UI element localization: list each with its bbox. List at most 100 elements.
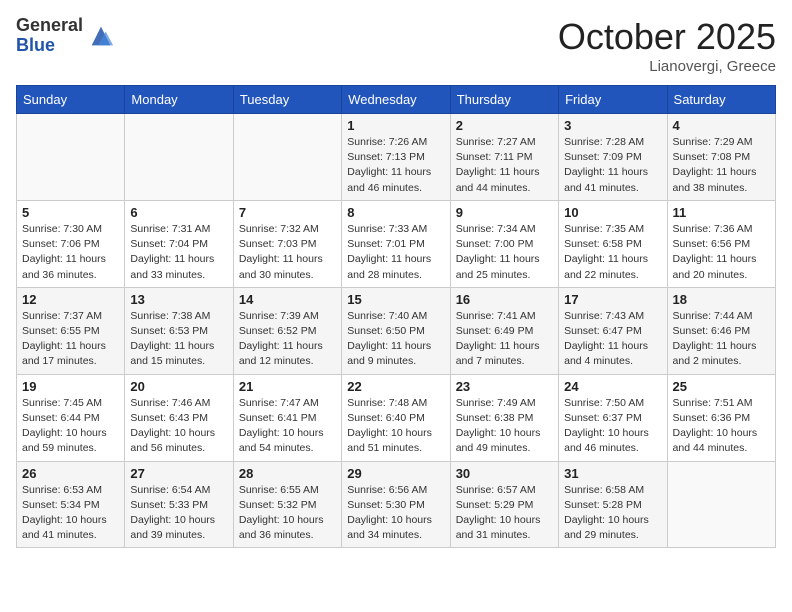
day-info: Sunrise: 7:34 AM Sunset: 7:00 PM Dayligh…: [456, 222, 553, 283]
logo-icon: [87, 22, 115, 50]
calendar-cell: 11 Sunrise: 7:36 AM Sunset: 6:56 PM Dayli…: [667, 200, 775, 287]
calendar-table: SundayMondayTuesdayWednesdayThursdayFrid…: [16, 85, 776, 548]
calendar-cell: 28Sunrise: 6:55 AM Sunset: 5:32 PM Dayli…: [233, 461, 341, 548]
day-info: Sunrise: 7:49 AM Sunset: 6:38 PM Dayligh…: [456, 396, 553, 457]
calendar-week-row: 1Sunrise: 7:26 AM Sunset: 7:13 PM Daylig…: [17, 114, 776, 201]
calendar-cell: 26Sunrise: 6:53 AM Sunset: 5:34 PM Dayli…: [17, 461, 125, 548]
calendar-cell: [125, 114, 233, 201]
logo-blue-text: Blue: [16, 36, 83, 56]
calendar-cell: 14 Sunrise: 7:39 AM Sunset: 6:52 PM Dayli…: [233, 287, 341, 374]
calendar-cell: 8 Sunrise: 7:33 AM Sunset: 7:01 PM Daylig…: [342, 200, 450, 287]
day-info: Sunrise: 6:54 AM Sunset: 5:33 PM Dayligh…: [130, 483, 227, 544]
calendar-cell: 29Sunrise: 6:56 AM Sunset: 5:30 PM Dayli…: [342, 461, 450, 548]
day-info: Sunrise: 6:58 AM Sunset: 5:28 PM Dayligh…: [564, 483, 661, 544]
day-number: 3: [564, 118, 661, 133]
calendar-day-header: Tuesday: [233, 86, 341, 114]
month-title: October 2025: [558, 16, 776, 58]
day-info: Sunrise: 7:32 AM Sunset: 7:03 PM Dayligh…: [239, 222, 336, 283]
day-info: Sunrise: 7:45 AM Sunset: 6:44 PM Dayligh…: [22, 396, 119, 457]
day-number: 21: [239, 379, 336, 394]
day-info: Sunrise: 7:50 AM Sunset: 6:37 PM Dayligh…: [564, 396, 661, 457]
day-info: Sunrise: 7:35 AM Sunset: 6:58 PM Dayligh…: [564, 222, 661, 283]
logo: General Blue: [16, 16, 115, 56]
calendar-cell: [233, 114, 341, 201]
day-number: 18: [673, 292, 770, 307]
day-info: Sunrise: 7:39 AM Sunset: 6:52 PM Dayligh…: [239, 309, 336, 370]
location: Lianovergi, Greece: [558, 58, 776, 75]
calendar-cell: 27 Sunrise: 6:54 AM Sunset: 5:33 PM Dayli…: [125, 461, 233, 548]
day-number: 23: [456, 379, 553, 394]
calendar-cell: 30Sunrise: 6:57 AM Sunset: 5:29 PM Dayli…: [450, 461, 558, 548]
calendar-day-header: Monday: [125, 86, 233, 114]
day-number: 2: [456, 118, 553, 133]
day-info: Sunrise: 7:27 AM Sunset: 7:11 PM Dayligh…: [456, 135, 553, 196]
title-block: October 2025 Lianovergi, Greece: [558, 16, 776, 75]
calendar-cell: 31 Sunrise: 6:58 AM Sunset: 5:28 PM Dayli…: [559, 461, 667, 548]
day-number: 22: [347, 379, 444, 394]
day-number: 13: [130, 292, 227, 307]
calendar-week-row: 19 Sunrise: 7:45 AM Sunset: 6:44 PM Dayli…: [17, 374, 776, 461]
calendar-cell: 15 Sunrise: 7:40 AM Sunset: 6:50 PM Dayli…: [342, 287, 450, 374]
day-number: 10: [564, 205, 661, 220]
calendar-cell: 10 Sunrise: 7:35 AM Sunset: 6:58 PM Dayli…: [559, 200, 667, 287]
calendar-cell: 19 Sunrise: 7:45 AM Sunset: 6:44 PM Dayli…: [17, 374, 125, 461]
calendar-cell: 17 Sunrise: 7:43 AM Sunset: 6:47 PM Dayli…: [559, 287, 667, 374]
calendar-cell: [667, 461, 775, 548]
day-number: 16: [456, 292, 553, 307]
calendar-cell: 2 Sunrise: 7:27 AM Sunset: 7:11 PM Daylig…: [450, 114, 558, 201]
day-number: 11: [673, 205, 770, 220]
day-info: Sunrise: 7:37 AM Sunset: 6:55 PM Dayligh…: [22, 309, 119, 370]
day-number: 8: [347, 205, 444, 220]
day-info: Sunrise: 7:29 AM Sunset: 7:08 PM Dayligh…: [673, 135, 770, 196]
day-number: 17: [564, 292, 661, 307]
calendar-week-row: 26Sunrise: 6:53 AM Sunset: 5:34 PM Dayli…: [17, 461, 776, 548]
calendar-cell: 18 Sunrise: 7:44 AM Sunset: 6:46 PM Dayli…: [667, 287, 775, 374]
day-info: Sunrise: 7:28 AM Sunset: 7:09 PM Dayligh…: [564, 135, 661, 196]
day-info: Sunrise: 6:53 AM Sunset: 5:34 PM Dayligh…: [22, 483, 119, 544]
calendar-day-header: Friday: [559, 86, 667, 114]
day-number: 4: [673, 118, 770, 133]
day-info: Sunrise: 7:43 AM Sunset: 6:47 PM Dayligh…: [564, 309, 661, 370]
day-number: 25: [673, 379, 770, 394]
day-number: 14: [239, 292, 336, 307]
day-number: 5: [22, 205, 119, 220]
calendar-cell: 12 Sunrise: 7:37 AM Sunset: 6:55 PM Dayli…: [17, 287, 125, 374]
calendar-cell: 23 Sunrise: 7:49 AM Sunset: 6:38 PM Dayli…: [450, 374, 558, 461]
day-info: Sunrise: 7:40 AM Sunset: 6:50 PM Dayligh…: [347, 309, 444, 370]
day-number: 19: [22, 379, 119, 394]
day-number: 31: [564, 466, 661, 481]
calendar-cell: 3 Sunrise: 7:28 AM Sunset: 7:09 PM Daylig…: [559, 114, 667, 201]
page-header: General Blue October 2025 Lianovergi, Gr…: [16, 16, 776, 75]
calendar-cell: 4 Sunrise: 7:29 AM Sunset: 7:08 PM Daylig…: [667, 114, 775, 201]
calendar-cell: 1Sunrise: 7:26 AM Sunset: 7:13 PM Daylig…: [342, 114, 450, 201]
calendar-cell: 22 Sunrise: 7:48 AM Sunset: 6:40 PM Dayli…: [342, 374, 450, 461]
day-info: Sunrise: 7:48 AM Sunset: 6:40 PM Dayligh…: [347, 396, 444, 457]
calendar-week-row: 5 Sunrise: 7:30 AM Sunset: 7:06 PM Daylig…: [17, 200, 776, 287]
day-info: Sunrise: 7:38 AM Sunset: 6:53 PM Dayligh…: [130, 309, 227, 370]
day-info: Sunrise: 7:51 AM Sunset: 6:36 PM Dayligh…: [673, 396, 770, 457]
day-info: Sunrise: 7:47 AM Sunset: 6:41 PM Dayligh…: [239, 396, 336, 457]
calendar-day-header: Thursday: [450, 86, 558, 114]
day-info: Sunrise: 7:36 AM Sunset: 6:56 PM Dayligh…: [673, 222, 770, 283]
calendar-day-header: Wednesday: [342, 86, 450, 114]
day-number: 24: [564, 379, 661, 394]
day-number: 12: [22, 292, 119, 307]
day-info: Sunrise: 7:33 AM Sunset: 7:01 PM Dayligh…: [347, 222, 444, 283]
day-info: Sunrise: 7:44 AM Sunset: 6:46 PM Dayligh…: [673, 309, 770, 370]
day-number: 29: [347, 466, 444, 481]
day-number: 7: [239, 205, 336, 220]
day-info: Sunrise: 7:41 AM Sunset: 6:49 PM Dayligh…: [456, 309, 553, 370]
calendar-cell: 13 Sunrise: 7:38 AM Sunset: 6:53 PM Dayli…: [125, 287, 233, 374]
calendar-cell: 21 Sunrise: 7:47 AM Sunset: 6:41 PM Dayli…: [233, 374, 341, 461]
calendar-cell: [17, 114, 125, 201]
day-info: Sunrise: 7:30 AM Sunset: 7:06 PM Dayligh…: [22, 222, 119, 283]
calendar-header-row: SundayMondayTuesdayWednesdayThursdayFrid…: [17, 86, 776, 114]
day-number: 27: [130, 466, 227, 481]
calendar-cell: 9Sunrise: 7:34 AM Sunset: 7:00 PM Daylig…: [450, 200, 558, 287]
calendar-day-header: Sunday: [17, 86, 125, 114]
day-info: Sunrise: 7:31 AM Sunset: 7:04 PM Dayligh…: [130, 222, 227, 283]
day-number: 15: [347, 292, 444, 307]
calendar-cell: 16 Sunrise: 7:41 AM Sunset: 6:49 PM Dayli…: [450, 287, 558, 374]
calendar-cell: 7 Sunrise: 7:32 AM Sunset: 7:03 PM Daylig…: [233, 200, 341, 287]
day-info: Sunrise: 6:57 AM Sunset: 5:29 PM Dayligh…: [456, 483, 553, 544]
